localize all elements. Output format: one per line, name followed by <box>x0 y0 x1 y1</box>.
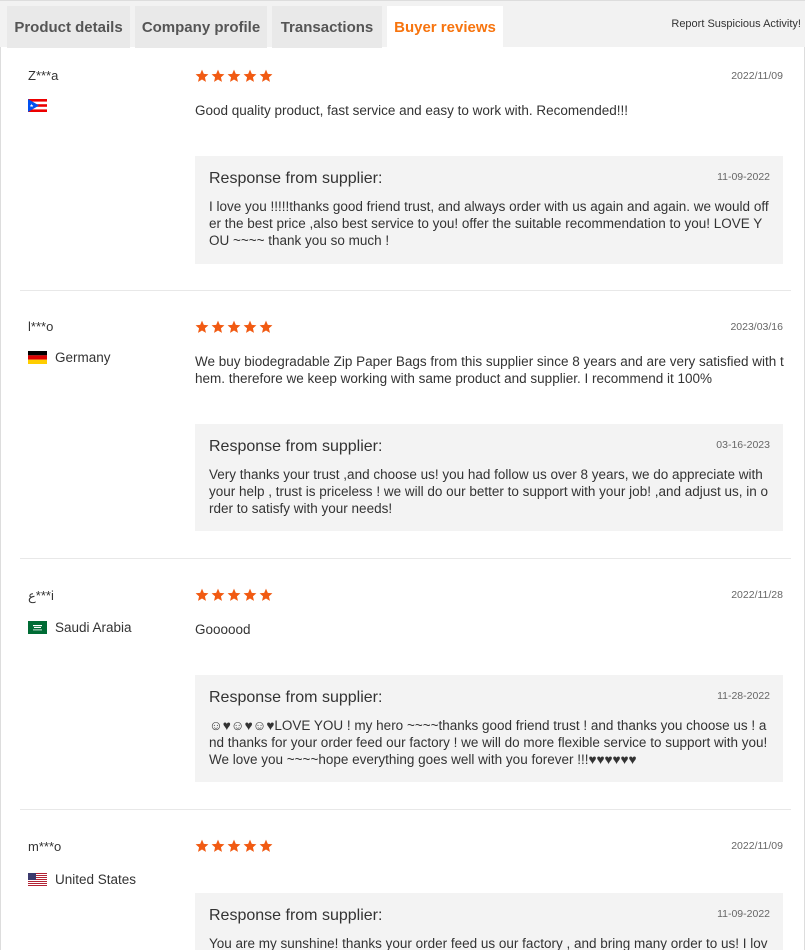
star-icon <box>195 839 209 852</box>
country-name: Saudi Arabia <box>55 620 132 635</box>
reviewer-name: ع***i <box>28 588 54 603</box>
star-icon <box>243 69 257 82</box>
country-name: United States <box>55 872 137 887</box>
review-text: We buy biodegradable Zip Paper Bags from… <box>195 354 784 386</box>
star-icon <box>243 839 257 852</box>
reviewer-name: Z***a <box>28 68 59 83</box>
review-date: 2022/11/28 <box>731 589 783 601</box>
supplier-response: Response from supplier: 11-28-2022 ☺♥☺♥☺… <box>195 675 783 782</box>
supplier-response: Response from supplier: 11-09-2022 You a… <box>195 893 783 950</box>
response-text: ☺♥☺♥☺♥LOVE YOU ! my hero ~~~~thanks good… <box>209 718 768 767</box>
star-icon <box>211 839 225 852</box>
reviewer-name: l***o <box>28 319 54 334</box>
review-date: 2023/03/16 <box>730 321 783 333</box>
rating-stars <box>195 69 273 83</box>
star-icon <box>259 69 273 82</box>
star-icon <box>195 320 209 333</box>
response-text: Very thanks your trust ,and choose us! y… <box>209 467 769 516</box>
response-date: 11-09-2022 <box>717 908 770 920</box>
star-icon <box>227 320 241 333</box>
review-item: m***o United States 2022/11/09 Response … <box>20 810 791 950</box>
review-date: 2022/11/09 <box>731 70 783 82</box>
response-text: I love you !!!!!thanks good friend trust… <box>209 199 769 248</box>
puerto-rico-flag-icon <box>28 99 47 112</box>
review-text: Good quality product, fast service and e… <box>195 103 628 118</box>
reviewer-name: m***o <box>28 839 62 854</box>
star-icon <box>195 588 209 601</box>
rating-stars <box>195 320 273 334</box>
rating-stars <box>195 588 273 602</box>
review-item: l***o Germany 2023/03/16 We buy biodegra… <box>20 291 791 559</box>
tab-buyer-reviews[interactable]: Buyer reviews <box>387 6 503 48</box>
response-title: Response from supplier: <box>209 170 383 187</box>
star-icon <box>259 839 273 852</box>
review-text: Goooood <box>195 622 251 637</box>
tab-bar: Product details Company profile Transact… <box>0 0 805 48</box>
reviewer-country: Saudi Arabia <box>28 620 132 635</box>
star-icon <box>195 69 209 82</box>
star-icon <box>259 320 273 333</box>
response-title: Response from supplier: <box>209 907 383 924</box>
country-name: Germany <box>55 350 111 365</box>
reviewer-country <box>28 99 55 112</box>
star-icon <box>227 69 241 82</box>
star-icon <box>243 320 257 333</box>
star-icon <box>259 588 273 601</box>
review-item: Z***a 2022/11/09 Good quality product, f… <box>20 47 791 291</box>
reviewer-country: United States <box>28 872 136 887</box>
tab-company-profile[interactable]: Company profile <box>135 6 267 48</box>
star-icon <box>211 588 225 601</box>
united-states-flag-icon <box>28 873 47 886</box>
star-icon <box>211 69 225 82</box>
germany-flag-icon <box>28 351 47 364</box>
saudi-arabia-flag-icon <box>28 621 47 634</box>
response-date: 11-09-2022 <box>717 171 770 183</box>
supplier-response: Response from supplier: 11-09-2022 I lov… <box>195 156 783 264</box>
report-suspicious-activity-link[interactable]: Report Suspicious Activity! <box>671 18 801 30</box>
response-text: You are my sunshine! thanks your order f… <box>209 936 768 950</box>
star-icon <box>243 588 257 601</box>
star-icon <box>227 839 241 852</box>
response-date: 11-28-2022 <box>717 690 770 702</box>
tab-transactions[interactable]: Transactions <box>272 6 382 48</box>
review-item: ع***i Saudi Arabia 2022/11/28 Goooood Re… <box>20 559 791 810</box>
review-date: 2022/11/09 <box>731 840 783 852</box>
star-icon <box>227 588 241 601</box>
tab-product-details[interactable]: Product details <box>7 6 130 48</box>
response-title: Response from supplier: <box>209 689 383 706</box>
reviewer-country: Germany <box>28 350 111 365</box>
star-icon <box>211 320 225 333</box>
response-date: 03-16-2023 <box>716 439 770 451</box>
rating-stars <box>195 839 273 853</box>
response-title: Response from supplier: <box>209 438 383 455</box>
supplier-response: Response from supplier: 03-16-2023 Very … <box>195 424 783 531</box>
